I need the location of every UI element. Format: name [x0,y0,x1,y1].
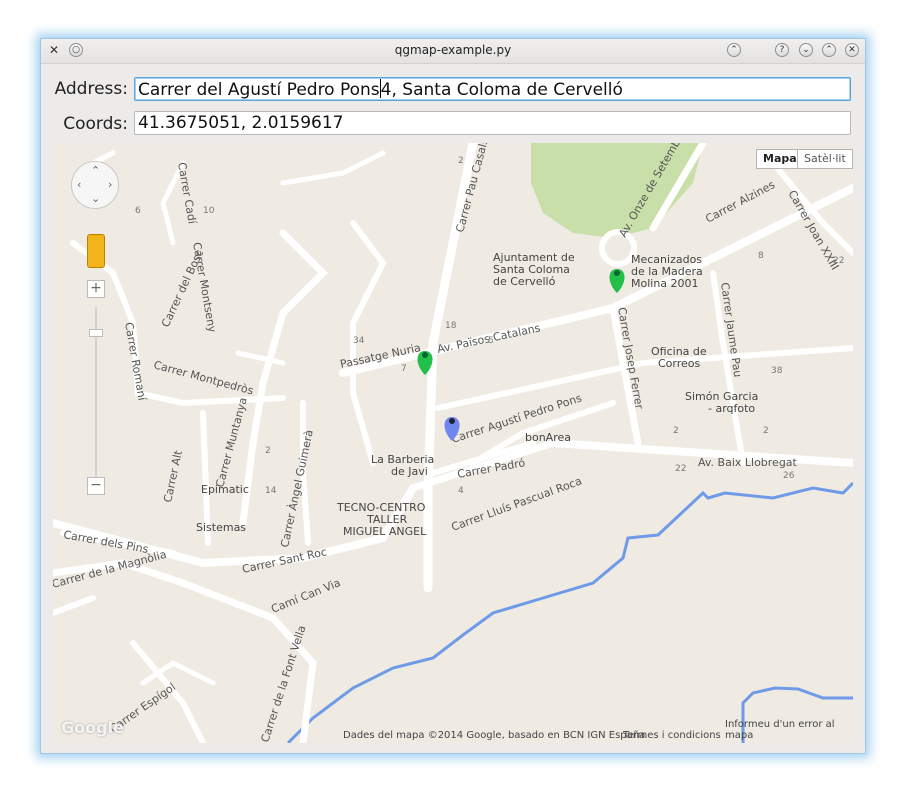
poi-labels: Ajuntament de Santa Coloma de Cervelló M… [196,251,758,538]
number-label: 2 [763,426,769,436]
poi-label: de Javi [391,465,428,478]
pegman-icon[interactable] [87,234,105,268]
marker-green-2[interactable] [609,269,625,293]
zoom-slider-thumb[interactable] [89,329,103,337]
number-label: 22 [675,464,686,474]
poi-label: Epimatic [201,483,249,496]
poi-label: - arqfoto [708,402,755,415]
help-button[interactable]: ? [775,43,789,57]
address-text-after: 4, Santa Coloma de Cervelló [380,80,623,100]
number-label: 2 [673,426,679,436]
zoom-in-button[interactable]: + [87,280,105,298]
pan-up-icon[interactable]: ⌃ [91,164,100,177]
roundabout [599,229,637,267]
street-label: Carrer Muntanya [213,396,250,489]
coords-text: 41.3675051, 2.0159617 [138,113,344,133]
poi-label: Correos [658,357,701,370]
map-type-satellite-button[interactable]: Satèl·lit [797,149,853,169]
number-label: 38 [771,366,783,376]
street-label: Carrer dels Pins [62,528,149,556]
number-label: 8 [758,251,764,261]
terms-link[interactable]: Termes i condicions [623,730,721,741]
pan-down-icon[interactable]: ⌄ [91,192,100,205]
pan-right-icon[interactable]: › [108,178,112,191]
street-label: Carrer Alzines [703,178,777,226]
address-text-before: Carrer del Agustí Pedro Pons [138,80,380,100]
street-label: Carrer Alt [161,449,185,504]
number-label: 2 [458,156,464,166]
street-label: Carrer Lluís Pascual Roca [450,474,584,533]
number-label: 34 [353,336,365,346]
address-label: Address: [54,79,128,99]
street-label: Carrer Cadí [175,161,199,226]
number-label: 10 [203,206,215,216]
window-title: qgmap-example.py [394,43,512,57]
number-label: 7 [401,364,407,374]
street-label: Carrer Romaní [122,321,149,402]
map-view[interactable]: Carrer Pau Casals Carrer Cadí Carrer Mon… [53,143,853,743]
street-label: Carrer Montpedròs [152,358,255,397]
street-label: Carrer Àngel Guimerà [278,429,316,549]
number-label: 14 [265,486,277,496]
title-bar: ✕ ○ qgmap-example.py ⌃ ? ⌄ ⌃ ✕ [41,39,865,64]
number-label: 2 [265,446,271,456]
coords-label: Coords: [63,114,128,134]
street-label: Camí Can Via [269,576,342,616]
zoom-out-button[interactable]: − [87,477,105,495]
number-label: 6 [135,206,141,216]
shade-button[interactable]: ⌃ [727,43,741,57]
minimize-button[interactable]: ⌄ [799,43,813,57]
number-label: 26 [783,471,795,481]
report-error-link[interactable]: Informeu d'un error al mapa [725,719,853,741]
poi-label: Molina 2001 [631,277,699,290]
pan-control[interactable]: ⌃ ⌄ ‹ › [71,161,119,209]
pan-left-icon[interactable]: ‹ [77,178,81,191]
address-input[interactable]: Carrer del Agustí Pedro Pons4, Santa Col… [134,77,851,101]
map-attribution: Dades del mapa ©2014 Google, basado en B… [343,730,646,741]
poi-label: de Cervelló [493,275,556,288]
number-label: 22 [833,256,844,266]
poi-label: bonArea [525,431,571,444]
maximize-button[interactable]: ⌃ [822,43,836,57]
coords-input[interactable]: 41.3675051, 2.0159617 [134,111,851,135]
poi-label: Sistemas [196,521,246,534]
street-label: Carrer Sant Roc [241,545,328,576]
street-label: Carrer de la Font Vella [258,624,308,743]
close-button[interactable]: ✕ [845,43,859,57]
app-window: ✕ ○ qgmap-example.py ⌃ ? ⌄ ⌃ ✕ Address: … [40,38,866,754]
map-canvas[interactable]: Carrer Pau Casals Carrer Cadí Carrer Mon… [53,143,853,743]
number-label: 18 [445,321,457,331]
google-logo: Google [61,718,124,737]
poi-label: MIGUEL ANGEL [343,525,427,538]
number-label: 4 [458,486,464,496]
number-label: 5 [488,336,494,346]
street-label: Av. Baix Llobregat [698,456,798,469]
